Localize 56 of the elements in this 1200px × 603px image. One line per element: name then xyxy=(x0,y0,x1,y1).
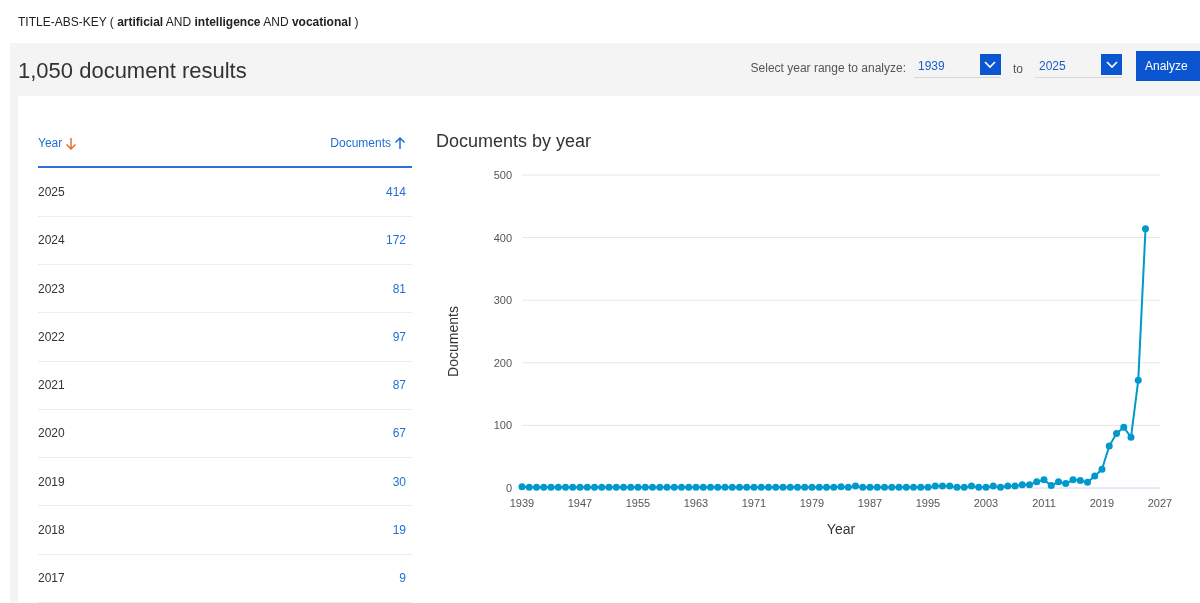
year-cell-text: 2020 xyxy=(38,425,65,443)
document-count-link[interactable]: 172 xyxy=(385,231,406,250)
year-cell-text: 2017 xyxy=(38,570,65,588)
x-tick-label: 1955 xyxy=(625,497,651,510)
x-tick-label: 1987 xyxy=(857,497,883,510)
year-cell-text: 2021 xyxy=(38,377,65,395)
year-cell-text: 2019 xyxy=(38,473,65,491)
x-tick-label: 2027 xyxy=(1147,497,1173,510)
y-tick-label: 500 xyxy=(493,169,512,182)
search-query: TITLE-ABS-KEY ( artificial AND intelligence AND vocational ) xyxy=(18,13,359,31)
document-count-link[interactable]: 414 xyxy=(385,182,406,201)
year-cell-text: 2025 xyxy=(38,183,65,201)
year-select[interactable]: 2025 xyxy=(1035,54,1122,78)
year-cell-text: 2024 xyxy=(38,232,65,250)
data-point xyxy=(1127,434,1135,442)
x-tick-label: 1995 xyxy=(915,497,941,510)
year-range-label: Select year range to analyze: xyxy=(750,60,906,77)
y-tick-label: 400 xyxy=(493,231,512,244)
document-count-link[interactable]: 87 xyxy=(392,376,406,395)
x-tick-label: 2011 xyxy=(1032,497,1056,510)
chevron-down-icon xyxy=(984,60,997,69)
x-tick-label: 1947 xyxy=(567,497,593,510)
x-tick-label: 2003 xyxy=(973,497,999,510)
x-tick-label: 2019 xyxy=(1089,497,1115,510)
document-count-link[interactable]: 9 xyxy=(399,569,406,588)
document-count-link[interactable]: 81 xyxy=(392,279,406,298)
x-tick-label: 1939 xyxy=(509,497,535,510)
analyze-button[interactable]: Analyze xyxy=(1136,51,1200,81)
document-count-link[interactable]: 97 xyxy=(392,327,406,346)
sort-column-header[interactable]: Year xyxy=(38,134,78,153)
chart-title: Documents by year xyxy=(436,130,592,154)
y-tick-label: 300 xyxy=(493,294,512,307)
x-axis-title: Year xyxy=(826,521,856,538)
x-tick-label: 1963 xyxy=(683,497,709,510)
data-point xyxy=(1105,442,1113,450)
document-count-link[interactable]: 67 xyxy=(392,424,406,443)
sort-column-header[interactable]: Documents xyxy=(330,134,412,153)
arrow-up-icon xyxy=(394,136,406,150)
results-heading: 1,050 document results xyxy=(18,57,247,86)
year-select[interactable]: 1939 xyxy=(914,54,1001,78)
x-tick-label: 1979 xyxy=(799,497,825,510)
y-axis-title: Documents xyxy=(445,306,461,378)
document-count-link[interactable]: 30 xyxy=(392,472,406,491)
year-cell-text: 2022 xyxy=(38,328,65,346)
y-tick-label: 0 xyxy=(505,482,512,495)
x-tick-label: 1971 xyxy=(741,497,767,510)
range-separator: to xyxy=(1013,61,1023,78)
chevron-down-icon xyxy=(1105,60,1118,69)
y-tick-label: 100 xyxy=(493,419,512,432)
document-count-link[interactable]: 19 xyxy=(392,521,406,540)
y-tick-label: 200 xyxy=(493,357,512,370)
year-cell-text: 2023 xyxy=(38,280,65,298)
data-point xyxy=(1142,225,1149,233)
data-point xyxy=(1134,377,1142,385)
year-cell-text: 2018 xyxy=(38,522,65,540)
arrow-down-icon xyxy=(65,136,78,150)
